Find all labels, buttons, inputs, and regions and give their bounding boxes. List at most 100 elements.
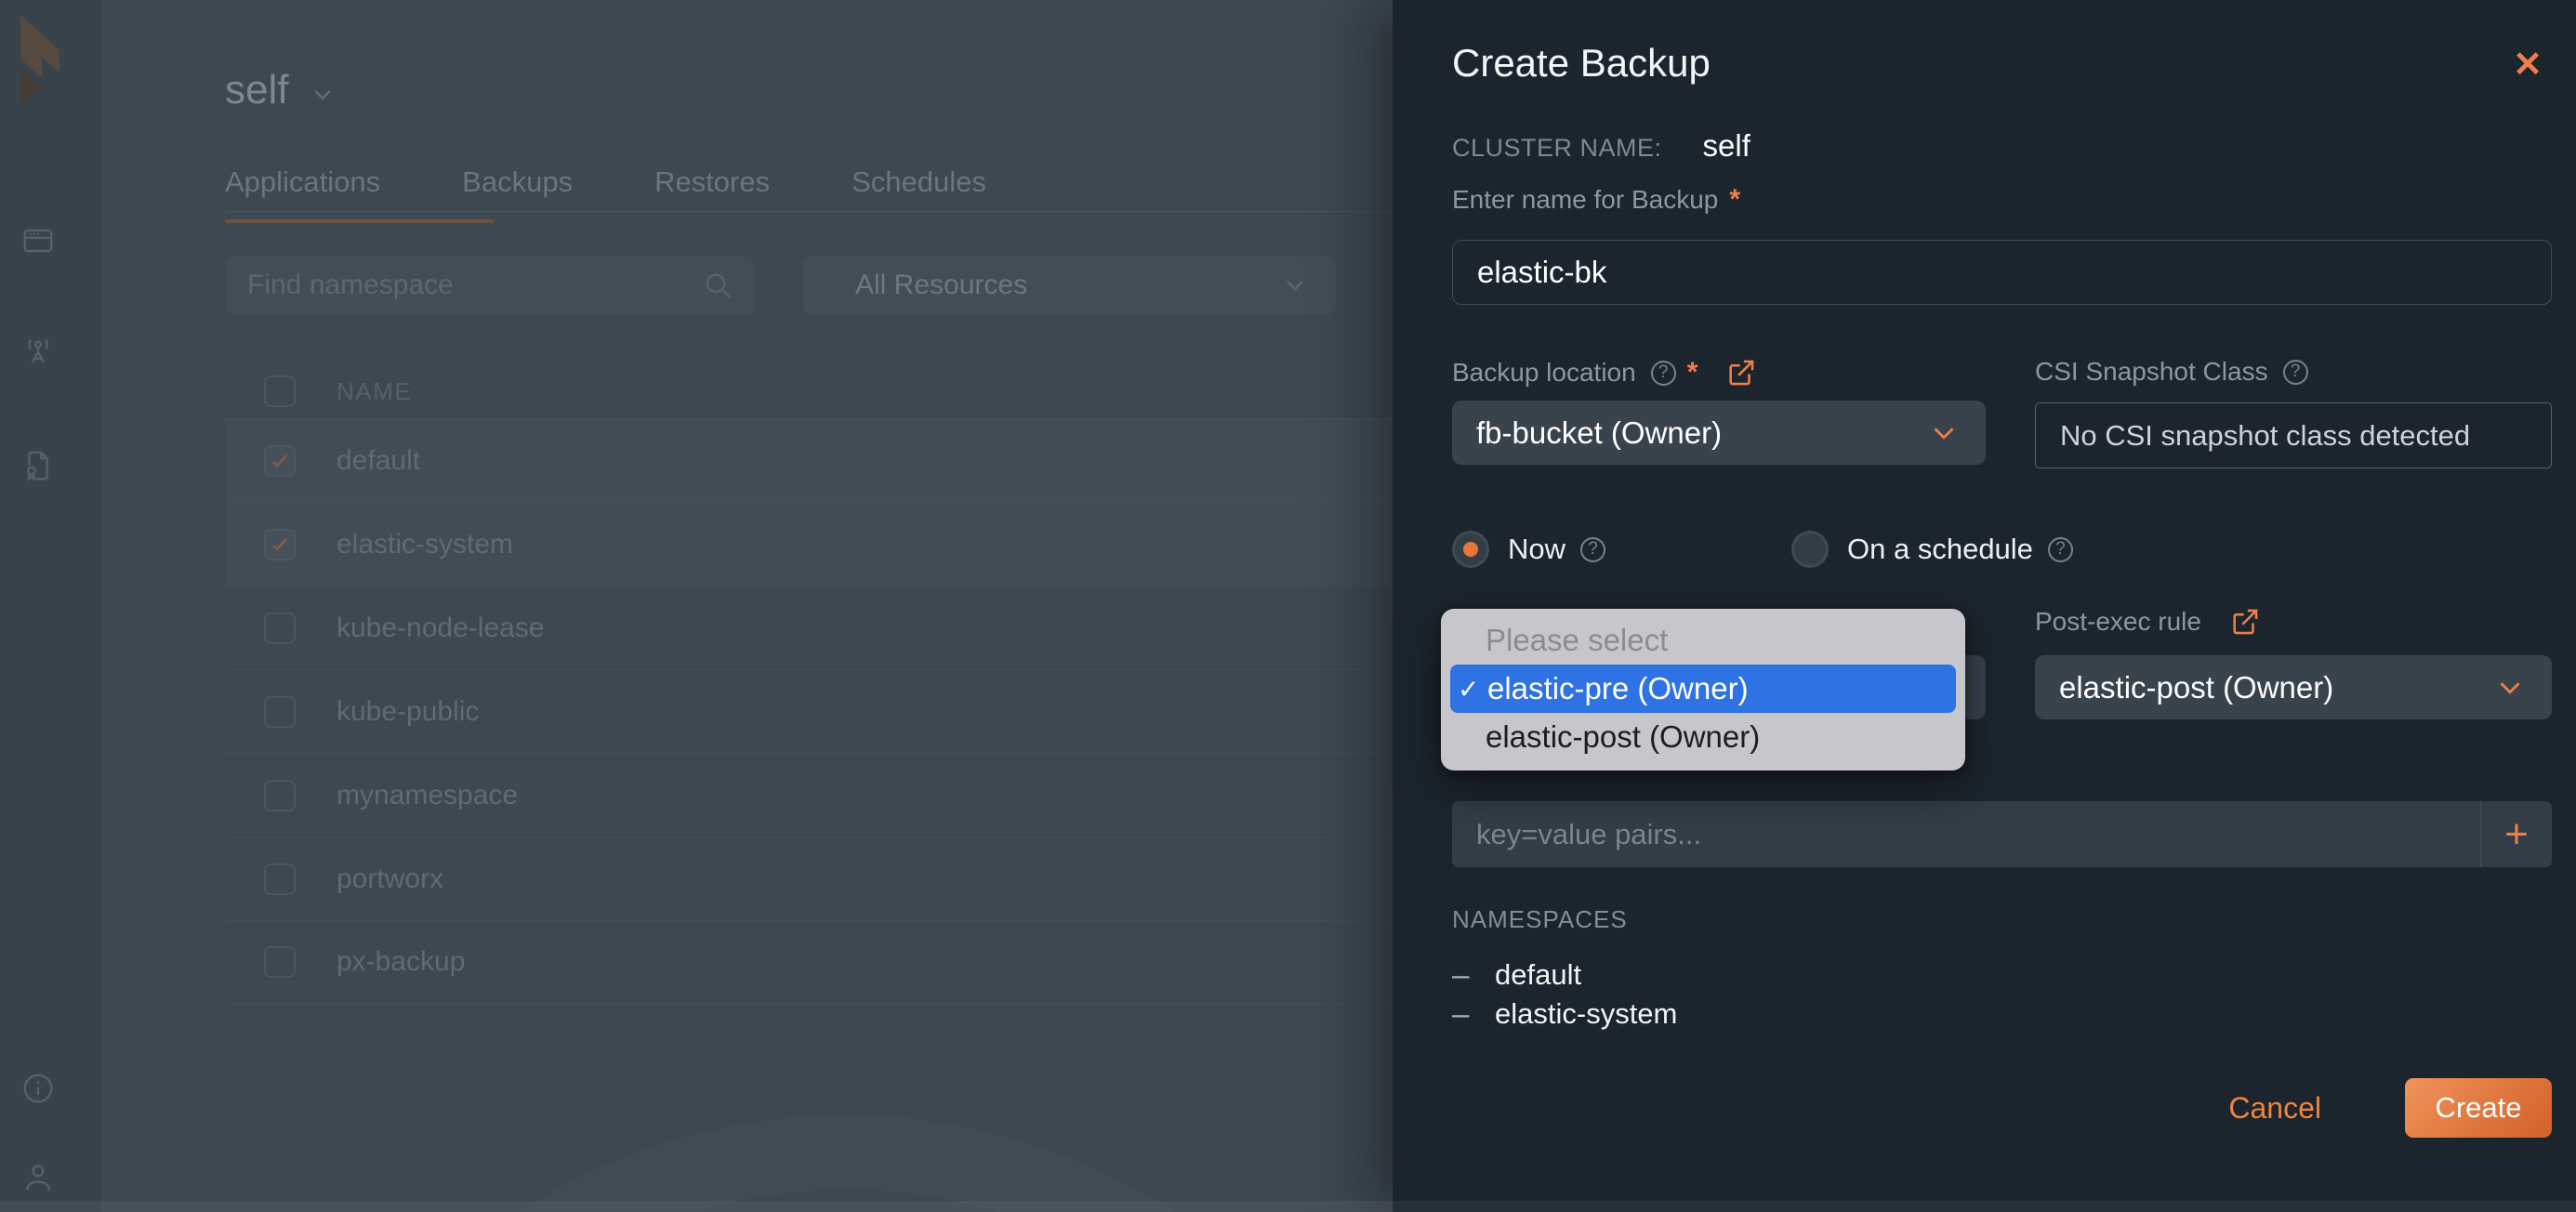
row-checkbox[interactable] — [264, 863, 296, 895]
required-asterisk: * — [1729, 184, 1741, 215]
backup-location-value: fb-bucket (Owner) — [1476, 415, 1723, 450]
page-title[interactable]: self — [225, 67, 337, 113]
backup-name-input[interactable] — [1453, 241, 2551, 304]
create-backup-drawer: Create Backup ✕ CLUSTER NAME: self Enter… — [1393, 0, 2576, 1212]
menu-item-label: elastic-pre (Owner) — [1487, 671, 1749, 705]
namespace-name: elastic-system — [337, 528, 514, 560]
create-button[interactable]: Create — [2405, 1078, 2552, 1138]
table-header: NAME — [225, 364, 1525, 418]
table-row[interactable]: mynamespace — [225, 753, 1525, 837]
namespace-search — [225, 257, 754, 314]
namespace-name: px-backup — [337, 946, 466, 977]
backup-name-field — [1452, 240, 2552, 305]
help-icon[interactable] — [1650, 360, 1676, 386]
csi-snapshot-value-box: No CSI snapshot class detected — [2035, 402, 2552, 468]
post-exec-rule-label: Post-exec rule — [2035, 606, 2261, 638]
tab-restores[interactable]: Restores — [654, 165, 770, 221]
backup-labels-field: + — [1452, 801, 2552, 867]
namespace-table: NAME default elastic-system kube-node-le… — [225, 364, 1525, 1004]
external-link-icon[interactable] — [2229, 606, 2261, 638]
tab-backups[interactable]: Backups — [462, 165, 573, 221]
row-checkbox[interactable] — [264, 695, 296, 728]
license-certificate-icon[interactable] — [20, 448, 56, 483]
app-window-icon[interactable] — [20, 223, 56, 258]
cluster-name-text: self — [225, 67, 289, 112]
tab-schedules[interactable]: Schedules — [852, 165, 986, 221]
cancel-button[interactable]: Cancel — [2228, 1091, 2321, 1126]
radio-option-on-schedule[interactable]: On a schedule — [1791, 531, 2073, 568]
namespace-name: mynamespace — [337, 779, 519, 810]
user-icon[interactable] — [20, 1160, 56, 1195]
chevron-down-icon — [2492, 670, 2528, 705]
row-checkbox[interactable] — [264, 444, 296, 477]
background-watermark — [242, 1115, 1450, 1212]
search-input[interactable] — [225, 270, 702, 301]
chevron-down-icon — [309, 81, 337, 109]
radio-tower-icon[interactable] — [20, 333, 56, 368]
select-all-checkbox[interactable] — [264, 375, 296, 407]
portworx-logo[interactable] — [20, 15, 59, 110]
radio-on-schedule-label: On a schedule — [1847, 533, 2033, 565]
required-asterisk: * — [1686, 357, 1698, 388]
namespaces-section-label: NAMESPACES — [1452, 905, 1628, 933]
horizontal-scrollbar[interactable] — [0, 1201, 2576, 1212]
menu-item-elastic-post[interactable]: elastic-post (Owner) — [1441, 713, 1965, 761]
selected-namespace-name: elastic-system — [1495, 997, 1678, 1030]
table-row[interactable]: default — [225, 418, 1525, 502]
namespace-name: kube-public — [337, 695, 480, 727]
search-icon — [702, 270, 733, 301]
help-icon[interactable] — [1580, 536, 1606, 562]
backup-location-select[interactable]: fb-bucket (Owner) — [1452, 401, 1986, 465]
menu-item-placeholder[interactable]: Please select — [1441, 616, 1965, 665]
row-checkbox[interactable] — [264, 946, 296, 978]
table-row[interactable]: px-backup — [225, 920, 1525, 1004]
help-icon[interactable] — [2047, 536, 2073, 562]
drawer-title: Create Backup — [1452, 41, 1711, 85]
csi-snapshot-label: CSI Snapshot Class — [2035, 357, 2308, 387]
post-exec-rule-value: elastic-post (Owner) — [2059, 669, 2334, 705]
backup-location-label-text: Backup location — [1452, 358, 1636, 387]
row-checkbox[interactable] — [264, 612, 296, 644]
namespace-name: portworx — [337, 863, 444, 894]
chevron-down-icon — [1280, 270, 1310, 300]
table-row[interactable]: elastic-system — [225, 502, 1525, 586]
backup-name-label: Enter name for Backup * — [1452, 184, 1740, 216]
name-column-header: NAME — [337, 376, 413, 405]
radio-now[interactable] — [1452, 531, 1489, 568]
cluster-name-value: self — [1702, 128, 1750, 163]
csi-snapshot-label-text: CSI Snapshot Class — [2035, 357, 2268, 386]
resource-filter-select[interactable]: All Resources — [803, 257, 1336, 314]
resource-filter-value: All Resources — [855, 270, 1028, 300]
sidebar — [0, 0, 102, 1212]
menu-item-elastic-pre[interactable]: ✓ elastic-pre (Owner) — [1450, 665, 1956, 713]
row-checkbox[interactable] — [264, 528, 296, 560]
help-icon[interactable] — [2282, 359, 2308, 385]
csi-snapshot-value: No CSI snapshot class detected — [2060, 418, 2471, 452]
add-label-button[interactable]: + — [2481, 801, 2552, 867]
cluster-name-row: CLUSTER NAME: self — [1452, 128, 1750, 164]
drawer-footer: Cancel Create — [2228, 1071, 2552, 1145]
close-icon[interactable]: ✕ — [2505, 43, 2550, 87]
radio-now-label: Now — [1508, 533, 1566, 565]
selected-namespace-name: default — [1495, 958, 1582, 991]
table-row[interactable]: kube-node-lease — [225, 586, 1525, 669]
radio-on-schedule[interactable] — [1791, 531, 1830, 568]
table-row[interactable]: kube-public — [225, 669, 1525, 753]
external-link-icon[interactable] — [1725, 357, 1757, 389]
pre-exec-rule-dropdown-menu: Please select ✓ elastic-pre (Owner) elas… — [1441, 609, 1965, 771]
dash-icon: – — [1452, 996, 1470, 1031]
row-checkbox[interactable] — [264, 779, 296, 811]
labels-input[interactable] — [1452, 817, 2480, 851]
tab-applications[interactable]: Applications — [225, 165, 495, 223]
radio-option-now[interactable]: Now — [1452, 531, 1606, 568]
cluster-name-label: CLUSTER NAME: — [1452, 134, 1662, 162]
check-icon: ✓ — [1458, 674, 1480, 704]
list-item: – default — [1452, 955, 1677, 995]
schedule-radio-group: Now On a schedule — [1452, 530, 2552, 569]
selected-namespaces-list: – default – elastic-system — [1452, 955, 1677, 1034]
list-item: – elastic-system — [1452, 995, 1677, 1034]
info-icon[interactable] — [20, 1071, 56, 1106]
chevron-down-icon — [1926, 415, 1962, 451]
post-exec-rule-select[interactable]: elastic-post (Owner) — [2035, 655, 2552, 719]
table-row[interactable]: portworx — [225, 837, 1525, 920]
